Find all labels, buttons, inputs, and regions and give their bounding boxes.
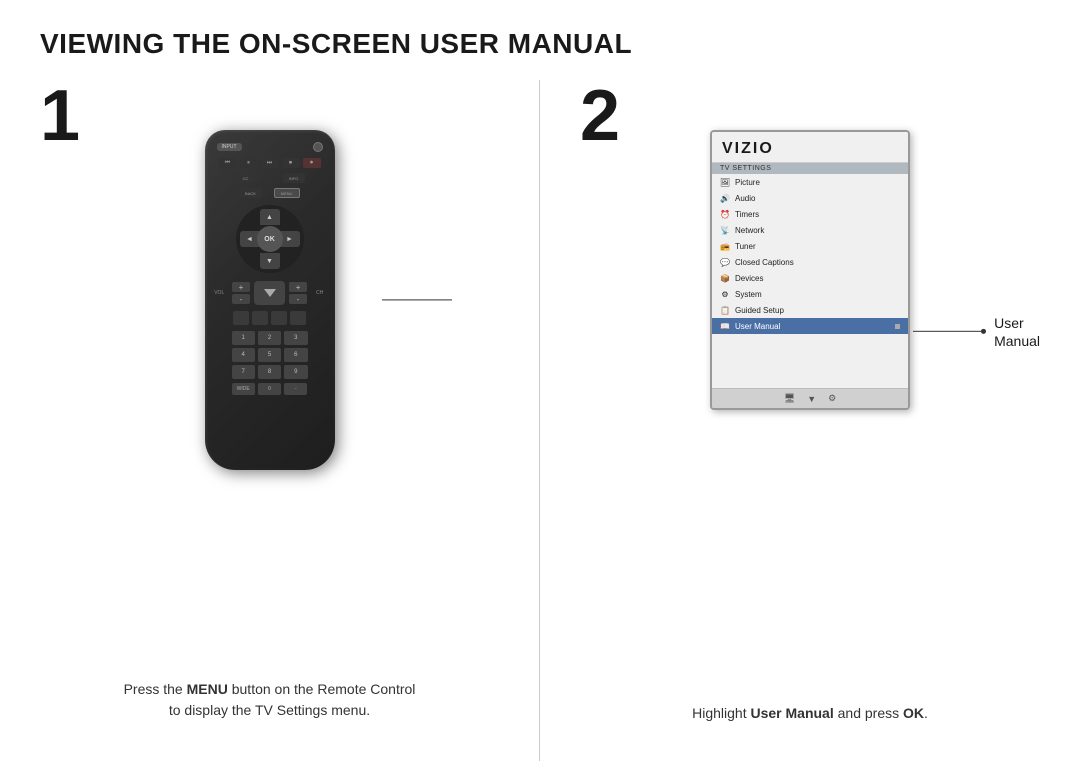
num-3: 3	[284, 331, 307, 345]
tv-settings-header: TV SETTINGS	[712, 163, 908, 174]
input-button: INPUT	[217, 143, 242, 151]
nav-right: ►	[280, 231, 300, 247]
step2-description: Highlight User Manual and press OK.	[540, 705, 1080, 721]
callout-line	[913, 331, 983, 332]
bottom-row: WIDE 0 -	[232, 383, 308, 395]
back-button: BACK	[240, 188, 262, 198]
cc-label: Closed Captions	[735, 258, 794, 267]
side-btn-4	[290, 311, 306, 325]
timers-label: Timers	[735, 210, 759, 219]
picture-icon: 🖼	[720, 177, 730, 187]
guided-setup-icon: 📋	[720, 305, 730, 315]
menu-item-tuner: 📻 Tuner	[712, 238, 908, 254]
menu-button: MENU	[274, 188, 300, 198]
ok-button: OK	[257, 226, 283, 252]
num-0: 0	[258, 383, 281, 395]
tuner-icon: 📻	[720, 241, 730, 251]
menu-items-list: 🖼 Picture 🔊 Audio ⏰ Timers 📡	[712, 174, 908, 388]
tv-screen: VIZIO TV SETTINGS 🖼 Picture 🔊 Audio	[710, 130, 910, 410]
play-btn: ⏸	[240, 158, 258, 168]
num-5: 5	[258, 348, 281, 362]
menu-item-timers: ⏰ Timers	[712, 206, 908, 222]
tv-bottom-icon-2: ▼	[807, 394, 816, 404]
num-2: 2	[258, 331, 281, 345]
num-9: 9	[284, 365, 307, 379]
cc-icon: 💬	[720, 257, 730, 267]
tv-bottom-bar: 🖥 ▼ ⚙	[712, 388, 908, 408]
cc-button: CC	[235, 173, 257, 183]
ch-label: CH	[311, 290, 328, 296]
step2-panel: 2 VIZIO TV SETTINGS 🖼 Picture 🔊	[540, 80, 1080, 761]
num-7: 7	[232, 365, 255, 379]
menu-item-devices: 📦 Devices	[712, 270, 908, 286]
info-button: INFO	[283, 173, 305, 183]
network-icon: 📡	[720, 225, 730, 235]
scroll-button	[254, 281, 285, 305]
vol-up: +	[232, 282, 250, 292]
menu-item-cc: 💬 Closed Captions	[712, 254, 908, 270]
ch-up: +	[289, 282, 307, 292]
numpad: 1 2 3 4 5 6 7 8 9	[232, 331, 308, 379]
wide-button: WIDE	[232, 383, 255, 395]
menu-item-user-manual: 📖 User Manual	[712, 318, 908, 334]
tv-bottom-icon-3: ⚙	[828, 393, 836, 404]
side-btn-1	[233, 311, 249, 325]
nav-cluster: ▲ ▼ ◄ ► OK	[236, 205, 304, 273]
num-4: 4	[232, 348, 255, 362]
rewind-btn: ⏮	[219, 158, 237, 168]
step2-number: 2	[580, 80, 620, 152]
step1-description: Press the MENU button on the Remote Cont…	[0, 679, 539, 721]
audio-icon: 🔊	[720, 193, 730, 203]
num-6: 6	[284, 348, 307, 362]
menu-item-picture: 🖼 Picture	[712, 174, 908, 190]
tuner-label: Tuner	[735, 242, 756, 251]
ff-btn: ⏭	[261, 158, 279, 168]
step1-number: 1	[40, 80, 80, 152]
picture-label: Picture	[735, 178, 760, 187]
user-manual-label-text: User Manual	[735, 322, 780, 331]
side-btn-2	[252, 311, 268, 325]
stop-btn: ⏹	[282, 158, 300, 168]
nav-down: ▼	[260, 253, 280, 269]
devices-label: Devices	[735, 274, 763, 283]
tv-screen-inner: VIZIO TV SETTINGS 🖼 Picture 🔊 Audio	[712, 132, 908, 408]
page-title: VIEWING THE ON-SCREEN USER MANUAL	[0, 0, 1080, 80]
timers-icon: ⏰	[720, 209, 730, 219]
menu-item-system: ⚙ System	[712, 286, 908, 302]
user-manual-callout-label: UserManual	[994, 313, 1040, 349]
menu-callout	[382, 299, 455, 300]
num-1: 1	[232, 331, 255, 345]
system-icon: ⚙	[720, 289, 730, 299]
nav-up: ▲	[260, 209, 280, 225]
user-manual-callout: UserManual	[913, 313, 1040, 349]
callout-dot	[981, 329, 986, 334]
step1-panel: 1 INPUT ⏮ ⏸ ⏭ ⏹ ⏺ CC	[0, 80, 540, 761]
devices-icon: 📦	[720, 273, 730, 283]
system-label: System	[735, 290, 762, 299]
menu-item-guided-setup: 📋 Guided Setup	[712, 302, 908, 318]
num-8: 8	[258, 365, 281, 379]
remote-control: INPUT ⏮ ⏸ ⏭ ⏹ ⏺ CC INFO	[205, 130, 335, 470]
ch-down: -	[289, 294, 307, 304]
vizio-logo: VIZIO	[722, 140, 898, 158]
menu-item-network: 📡 Network	[712, 222, 908, 238]
remote-container: INPUT ⏮ ⏸ ⏭ ⏹ ⏺ CC INFO	[205, 130, 335, 470]
vizio-logo-area: VIZIO	[712, 132, 908, 163]
guided-setup-label: Guided Setup	[735, 306, 784, 315]
power-button	[313, 142, 323, 152]
tv-bottom-icon-1: 🖥	[784, 393, 795, 404]
user-manual-icon: 📖	[720, 321, 730, 331]
audio-label: Audio	[735, 194, 755, 203]
network-label: Network	[735, 226, 764, 235]
menu-item-audio: 🔊 Audio	[712, 190, 908, 206]
side-btn-3	[271, 311, 287, 325]
vol-down: -	[232, 294, 250, 304]
dash-button: -	[284, 383, 307, 395]
rec-btn: ⏺	[303, 158, 321, 168]
vol-label: VOL	[211, 290, 228, 296]
tv-screen-container: VIZIO TV SETTINGS 🖼 Picture 🔊 Audio	[710, 130, 910, 410]
